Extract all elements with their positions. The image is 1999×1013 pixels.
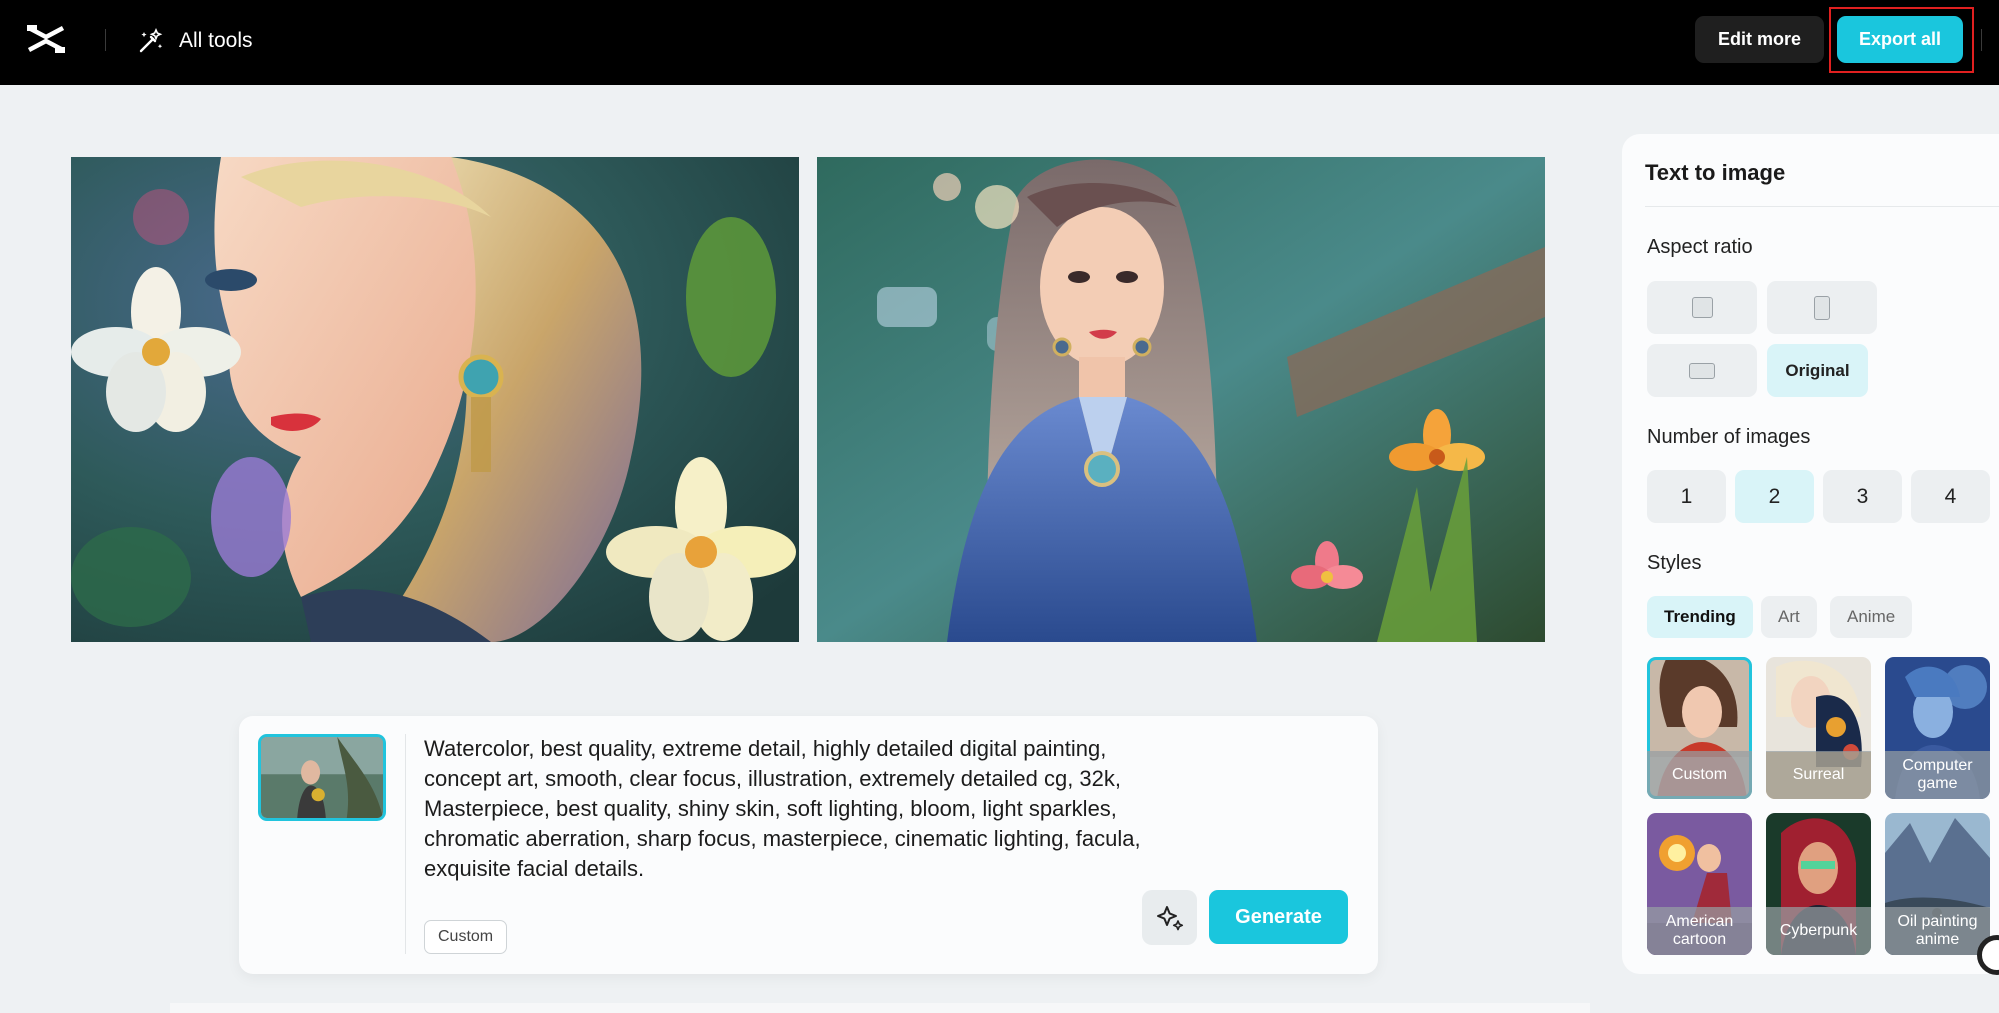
style-card-oil-painting-anime[interactable]: Oil painting anime [1885, 813, 1990, 955]
aspect-square-button[interactable] [1647, 281, 1757, 334]
number-option-4[interactable]: 4 [1911, 470, 1990, 523]
top-bar: All tools Edit more Export all [0, 0, 1999, 85]
panel-title: Text to image [1645, 160, 1786, 185]
prompt-divider [405, 734, 406, 954]
aspect-landscape-button[interactable] [1647, 344, 1757, 397]
generate-button[interactable]: Generate [1209, 890, 1348, 944]
topbar-divider [105, 29, 106, 51]
tab-art[interactable]: Art [1761, 596, 1817, 638]
aspect-ratio-label: Aspect ratio [1647, 236, 1753, 258]
reference-image-thumbnail[interactable] [258, 734, 386, 821]
style-card-surreal[interactable]: Surreal [1766, 657, 1871, 799]
number-option-2[interactable]: 2 [1735, 470, 1814, 523]
reference-image-icon [261, 737, 383, 818]
prompt-panel: Watercolor, best quality, extreme detail… [239, 716, 1378, 974]
style-card-computer-game[interactable]: Computer game [1885, 657, 1990, 799]
prompt-textarea[interactable]: Watercolor, best quality, extreme detail… [424, 734, 1144, 884]
style-card-label: Custom [1647, 751, 1752, 799]
generated-image-2[interactable] [817, 157, 1545, 642]
number-of-images-label: Number of images [1647, 426, 1811, 448]
capcut-logo-icon[interactable] [26, 22, 66, 56]
generated-image-watercolor-woman-profile [71, 157, 799, 642]
style-card-label: Cyberpunk [1766, 907, 1871, 955]
style-card-label: Oil painting anime [1885, 907, 1990, 955]
all-tools-label: All tools [179, 29, 253, 52]
magic-wand-icon [139, 27, 163, 53]
sparkle-icon [1156, 905, 1183, 930]
enhance-prompt-button[interactable] [1142, 890, 1197, 945]
edit-more-button[interactable]: Edit more [1695, 16, 1824, 63]
tab-trending[interactable]: Trending [1647, 596, 1753, 638]
style-card-label: American cartoon [1647, 907, 1752, 955]
style-card-american-cartoon[interactable]: American cartoon [1647, 813, 1752, 955]
text-to-image-panel: Text to image Aspect ratio Original Numb… [1622, 134, 1999, 974]
style-card-label: Surreal [1766, 751, 1871, 799]
square-ratio-icon [1691, 297, 1713, 318]
tab-anime[interactable]: Anime [1830, 596, 1913, 638]
generated-image-woman-in-blue-robe [817, 157, 1545, 642]
number-option-1[interactable]: 1 [1647, 470, 1726, 523]
number-option-3[interactable]: 3 [1823, 470, 1902, 523]
selected-style-chip[interactable]: Custom [424, 920, 508, 954]
portrait-ratio-icon [1814, 295, 1830, 320]
bottom-shadow [170, 1003, 1590, 1013]
aspect-original-button[interactable]: Original [1767, 344, 1868, 397]
generated-image-1[interactable] [71, 157, 799, 642]
landscape-ratio-icon [1689, 362, 1715, 379]
style-card-label: Computer game [1885, 751, 1990, 799]
styles-label: Styles [1647, 552, 1702, 574]
style-card-custom[interactable]: Custom [1647, 657, 1752, 799]
aspect-portrait-button[interactable] [1767, 281, 1877, 334]
all-tools-button[interactable]: All tools [137, 26, 253, 56]
export-all-button[interactable]: Export all [1837, 16, 1963, 63]
panel-title-divider [1645, 206, 1999, 207]
topbar-edge-divider [1981, 29, 1982, 51]
style-card-cyberpunk[interactable]: Cyberpunk [1766, 813, 1871, 955]
